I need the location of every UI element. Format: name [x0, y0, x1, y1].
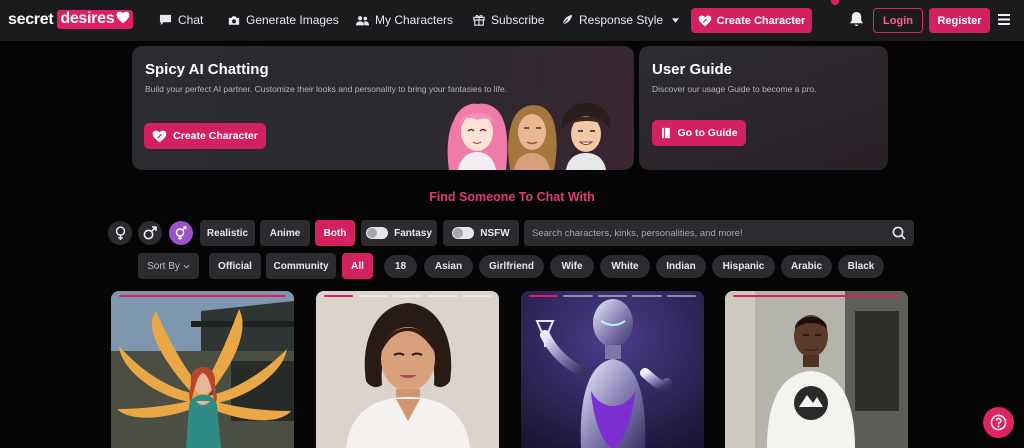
nav-my-characters[interactable]: My Characters: [356, 13, 453, 27]
image-carousel-indicators: [529, 295, 697, 297]
nav-subscribe[interactable]: Subscribe: [473, 13, 544, 27]
help-button[interactable]: [983, 407, 1014, 438]
gift-icon: [473, 15, 485, 26]
male-filter[interactable]: [138, 221, 162, 245]
female-icon: [115, 225, 125, 240]
tag-18[interactable]: 18: [384, 255, 417, 278]
source-community[interactable]: Community: [266, 253, 336, 279]
login-button[interactable]: Login: [873, 8, 923, 33]
character-card[interactable]: [725, 291, 908, 448]
create-character-button[interactable]: Create Character: [691, 8, 812, 33]
sort-by-label: Sort By: [147, 260, 180, 272]
sort-by-dropdown[interactable]: Sort By: [138, 253, 199, 279]
heart-icon: [116, 11, 130, 24]
bell-icon[interactable]: [849, 11, 864, 27]
nav-generate-images[interactable]: Generate Images: [228, 13, 339, 27]
chevron-down-icon: [183, 264, 190, 269]
character-image-robot: [521, 291, 704, 448]
guide-button-label: Go to Guide: [677, 127, 738, 139]
nav-subscribe-label: Subscribe: [491, 13, 545, 27]
section-title: Find Someone To Chat With: [429, 190, 595, 204]
character-image-fox: [111, 291, 294, 448]
character-card[interactable]: [316, 291, 499, 448]
hero-button-label: Create Character: [173, 130, 258, 142]
search-input[interactable]: Search characters, kinks, personalities,…: [524, 220, 914, 246]
chat-icon: [159, 14, 172, 26]
register-button[interactable]: Register: [929, 8, 990, 33]
logo-text-secret: secret: [8, 10, 54, 28]
user-guide-card: User Guide Discover our usage Guide to b…: [639, 46, 888, 170]
tag-hispanic[interactable]: Hispanic: [712, 255, 775, 278]
heart-edit-icon: [698, 15, 711, 26]
feather-icon: [562, 14, 573, 25]
tag-wife[interactable]: Wife: [550, 255, 594, 278]
tag-all[interactable]: All: [342, 253, 373, 279]
top-nav: secret desires Chat Generate Images My C…: [0, 0, 1024, 41]
logo-text-desires: desires: [60, 10, 115, 27]
style-realistic[interactable]: Realistic: [200, 220, 255, 246]
character-image-woman: [316, 291, 499, 448]
fantasy-toggle[interactable]: Fantasy: [361, 220, 437, 246]
book-icon: [662, 127, 671, 139]
tag-black[interactable]: Black: [838, 255, 884, 278]
style-anime[interactable]: Anime: [260, 220, 310, 246]
tag-girlfriend[interactable]: Girlfriend: [479, 255, 544, 278]
both-genders-filter[interactable]: [169, 221, 193, 245]
hamburger-menu-icon[interactable]: [998, 14, 1010, 25]
nav-response-style[interactable]: Response Style: [561, 13, 680, 27]
help-icon: [990, 414, 1007, 431]
hero-subtitle: Build your perfect AI partner. Customize…: [145, 84, 507, 94]
hero-characters-illustration: [447, 102, 611, 170]
gender-both-icon: [175, 225, 187, 240]
nsfw-toggle[interactable]: NSFW: [443, 220, 519, 246]
image-carousel-indicators: [324, 295, 492, 297]
fantasy-label: Fantasy: [394, 227, 432, 239]
character-image-man: [725, 291, 908, 448]
hero-create-character-button[interactable]: Create Character: [144, 123, 266, 149]
female-filter[interactable]: [108, 221, 132, 245]
source-official[interactable]: Official: [209, 253, 261, 279]
guide-title: User Guide: [652, 61, 733, 78]
tag-arabic[interactable]: Arabic: [781, 255, 832, 278]
caret-down-icon: [672, 17, 680, 23]
logo[interactable]: secret desires: [8, 10, 134, 29]
character-card[interactable]: [111, 291, 294, 448]
search-icon[interactable]: [892, 226, 906, 240]
logo-badge: desires: [57, 10, 134, 29]
character-card[interactable]: [521, 291, 704, 448]
tag-white[interactable]: White: [600, 255, 650, 278]
hero-card: Spicy AI Chatting Build your perfect AI …: [132, 46, 634, 170]
tag-asian[interactable]: Asian: [424, 255, 473, 278]
fantasy-switch[interactable]: [366, 227, 389, 239]
image-carousel-indicators: [119, 295, 286, 297]
go-to-guide-button[interactable]: Go to Guide: [652, 120, 746, 146]
create-character-label: Create Character: [716, 14, 806, 27]
nav-chat-label: Chat: [178, 13, 204, 27]
male-icon: [143, 226, 157, 240]
nav-response-style-label: Response Style: [579, 13, 664, 27]
hero-title: Spicy AI Chatting: [145, 61, 269, 78]
search-placeholder: Search characters, kinks, personalities,…: [532, 227, 743, 239]
camera-icon: [228, 15, 240, 25]
guide-subtitle: Discover our usage Guide to become a pro…: [652, 84, 817, 94]
nav-generate-images-label: Generate Images: [246, 13, 339, 27]
nsfw-switch[interactable]: [452, 227, 475, 239]
heart-edit-icon: [152, 130, 167, 142]
tag-indian[interactable]: Indian: [656, 255, 706, 278]
nav-chat[interactable]: Chat: [159, 13, 203, 27]
image-carousel-indicators: [733, 295, 900, 297]
nsfw-label: NSFW: [480, 227, 510, 239]
users-icon: [356, 15, 369, 25]
style-both[interactable]: Both: [315, 220, 355, 246]
nav-my-characters-label: My Characters: [375, 13, 454, 27]
notification-dot: [831, 0, 839, 5]
